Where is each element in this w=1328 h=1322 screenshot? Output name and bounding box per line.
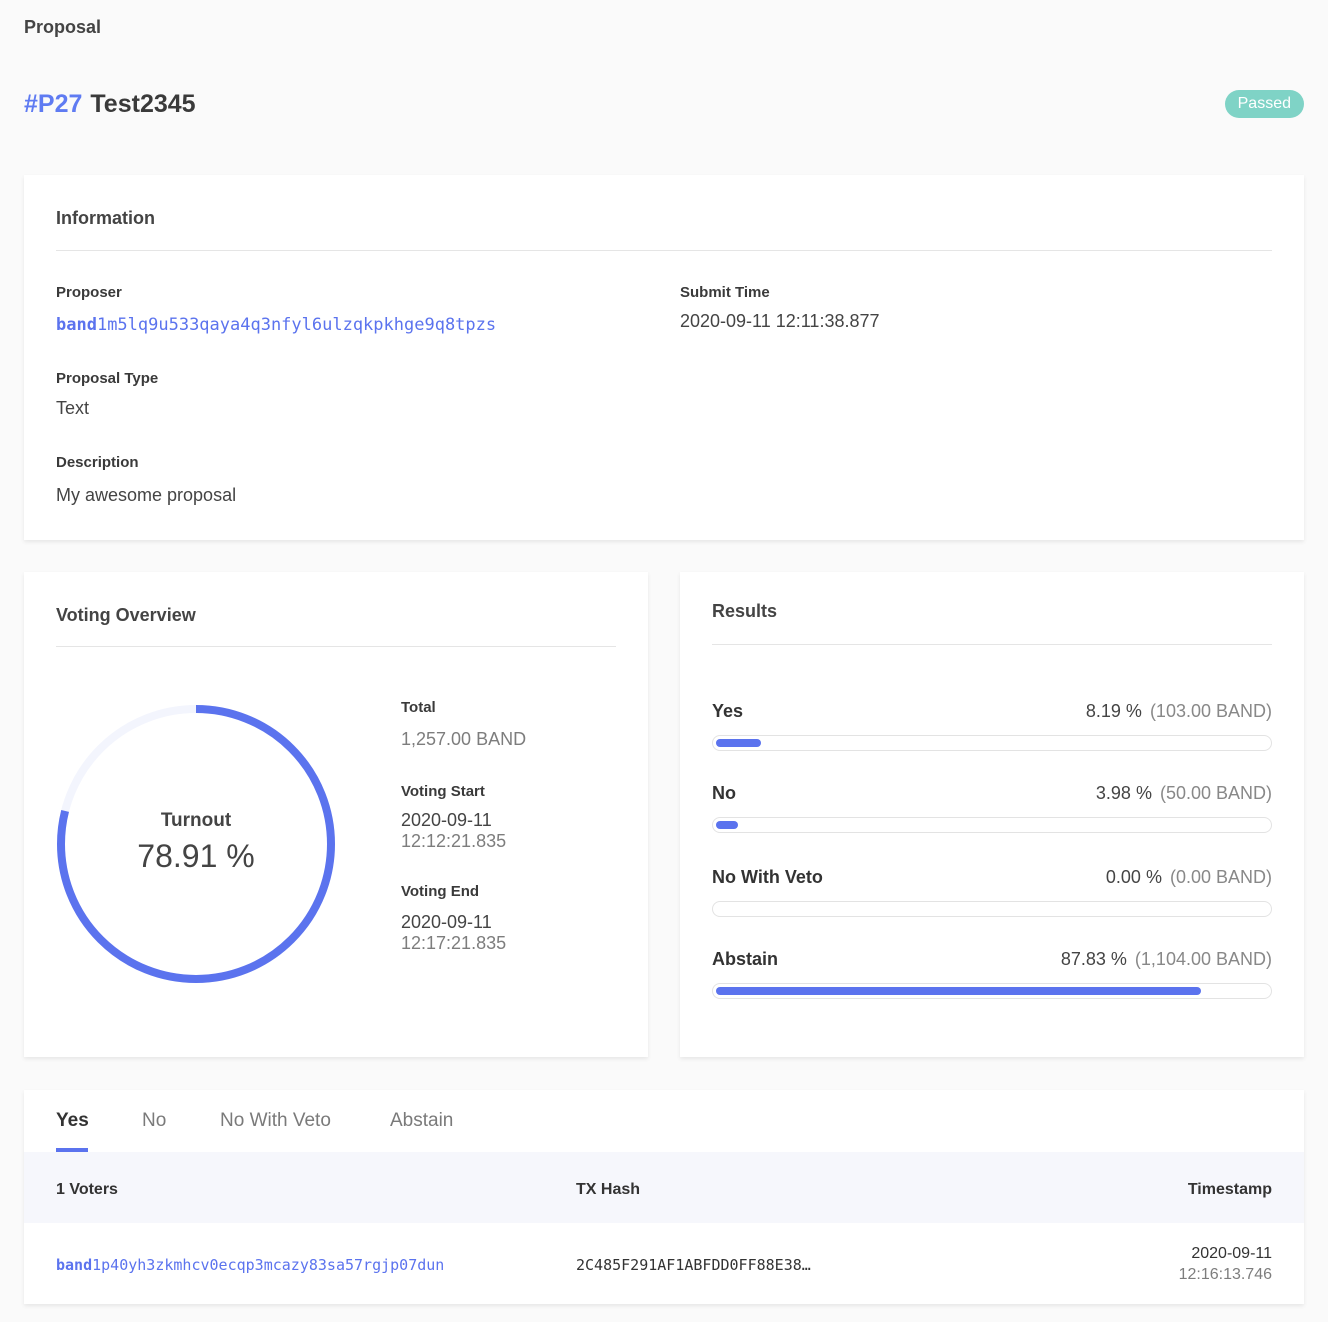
proposal-title: #P27 Test2345 [24, 90, 196, 119]
result-bar-fill [716, 821, 738, 829]
table-row: band1p40yh3zkmhcv0ecqp3mcazy83sa57rgjp07… [24, 1223, 1304, 1304]
submit-time-value: 2020-09-11 12:11:38.877 [680, 311, 880, 331]
tx-hash[interactable]: 2C485F291AF1ABFDD0FF88E38… [576, 1256, 811, 1274]
result-name: Abstain [712, 949, 779, 969]
table-header: 1 Voters TX Hash Timestamp [24, 1152, 1304, 1223]
timestamp-date: 2020-09-11 [1191, 1245, 1272, 1262]
voting-overview-card: Voting Overview Turnout 78.91 % Total 1,… [24, 572, 648, 1057]
page-label: Proposal [24, 17, 102, 37]
result-percent: 87.83 % (1,104.00 BAND) [1060, 949, 1272, 969]
voter-rest: 1p40yh3zkmhcv0ecqp3mcazy83sa57rgjp07dun [92, 1256, 445, 1274]
description-label: Description [56, 454, 139, 471]
submit-time-label: Submit Time [680, 284, 770, 301]
result-bar [712, 983, 1272, 999]
result-bar-fill [716, 739, 761, 747]
status-badge: Passed [1224, 90, 1304, 118]
header-tx-hash: TX Hash [576, 1181, 641, 1198]
result-name: No [712, 783, 736, 803]
result-name: Yes [712, 701, 744, 721]
result-bar [712, 817, 1272, 833]
proposer-prefix: band [56, 315, 97, 335]
tab-yes[interactable]: Yes [56, 1110, 89, 1132]
voting-start-label: Voting Start [401, 783, 485, 800]
description-value: My awesome proposal [56, 485, 237, 505]
results-card: Results Yes 8.19 % (103.00 BAND) No 3.98 … [680, 572, 1304, 1057]
total-label: Total [401, 699, 436, 716]
voting-start-time: 12:12:21.835 [401, 831, 507, 851]
proposer-rest: 1m5lq9u533qaya4q3nfyl6ulzqkpkhge9q8tpzs [96, 315, 497, 335]
information-card: Information Proposer band1m5lq9u533qaya4… [24, 175, 1304, 540]
turnout-label: Turnout [160, 810, 232, 831]
result-percent: 3.98 % (50.00 BAND) [1095, 783, 1272, 803]
voter-address[interactable]: band1p40yh3zkmhcv0ecqp3mcazy83sa57rgjp07… [56, 1256, 444, 1274]
result-percent: 0.00 % (0.00 BAND) [1105, 867, 1272, 887]
proposer-address[interactable]: band1m5lq9u533qaya4q3nfyl6ulzqkpkhge9q8t… [56, 315, 496, 335]
timestamp-time: 12:16:13.746 [1178, 1266, 1272, 1283]
proposal-name: Test2345 [90, 90, 196, 118]
total-value: 1,257.00 BAND [401, 729, 527, 749]
voting-end-time: 12:17:21.835 [401, 933, 507, 953]
information-title: Information [56, 208, 155, 228]
header-timestamp: Timestamp [1187, 1181, 1272, 1198]
voting-end-label: Voting End [401, 883, 480, 900]
proposal-id: #P27 [24, 90, 83, 118]
voting-overview-divider [56, 646, 616, 647]
votes-card: Yes No No With Veto Abstain 1 Voters TX … [24, 1090, 1304, 1304]
result-bar-fill [716, 987, 1201, 995]
proposal-type-value: Text [56, 398, 90, 418]
result-bar [712, 735, 1272, 751]
result-percent: 8.19 % (103.00 BAND) [1085, 701, 1272, 721]
tab-no-with-veto[interactable]: No With Veto [220, 1110, 331, 1132]
tab-no[interactable]: No [142, 1110, 166, 1132]
voting-overview-title: Voting Overview [56, 605, 196, 625]
voter-prefix: band [56, 1256, 93, 1274]
voting-end-date: 2020-09-11 [401, 912, 492, 932]
voting-start-date: 2020-09-11 [401, 810, 492, 830]
turnout-value: 78.91 % [137, 838, 255, 874]
result-name: No With Veto [712, 867, 823, 887]
results-divider [712, 644, 1272, 645]
proposer-label: Proposer [56, 284, 122, 301]
proposal-type-label: Proposal Type [56, 370, 159, 387]
results-title: Results [712, 601, 778, 621]
result-bar [712, 901, 1272, 917]
header-voters: 1 Voters [56, 1181, 118, 1198]
information-divider [56, 250, 1272, 251]
tab-abstain[interactable]: Abstain [390, 1110, 453, 1132]
